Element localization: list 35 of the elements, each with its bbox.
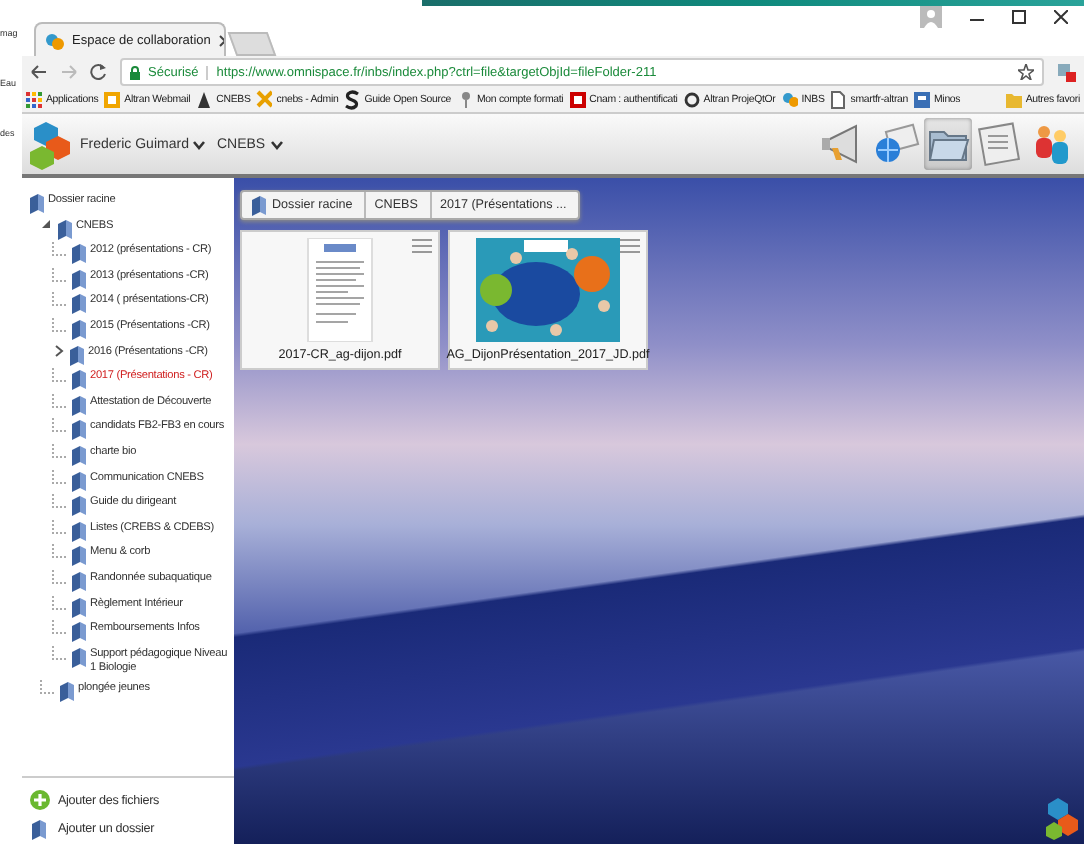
site-logo-icon: [46, 31, 64, 49]
square-icon: [914, 90, 931, 110]
chevron-down-icon: [269, 139, 284, 149]
star-icon[interactable]: [1018, 64, 1034, 80]
toolbar-button[interactable]: [924, 118, 972, 170]
padlock-icon: [130, 65, 140, 79]
folder-icon: [58, 679, 74, 702]
plus-icon: [30, 790, 50, 810]
folder-icon: [30, 818, 50, 840]
pin-icon: [457, 90, 474, 110]
expanded-arrow-icon[interactable]: [40, 217, 52, 232]
ring-icon: [683, 90, 700, 110]
slide-thumbnail: [476, 238, 620, 342]
apps-grid-icon: [26, 90, 42, 110]
leaf-logo-icon: [781, 90, 798, 110]
cube-logo-icon: [30, 118, 70, 170]
folder-icon: [250, 194, 266, 216]
square-icon: [569, 90, 586, 110]
mail-icon: [104, 90, 121, 110]
menu-icon[interactable]: [412, 238, 432, 254]
globe-mail-icon: [872, 120, 920, 168]
extension-icon[interactable]: [1056, 62, 1076, 82]
menu-icon[interactable]: [620, 238, 640, 254]
chevron-down-icon: [192, 139, 207, 149]
folder-icon: [28, 192, 44, 214]
letter-s-icon: [344, 90, 361, 110]
reload-icon[interactable]: [90, 63, 108, 81]
page-icon: [830, 90, 847, 110]
cube-logo-icon: [1044, 796, 1080, 840]
cross-icon: [256, 90, 273, 110]
toolbar-button[interactable]: [976, 118, 1024, 170]
maximize-icon[interactable]: [1012, 10, 1026, 24]
folder-icon: [1005, 90, 1022, 110]
back-arrow-icon[interactable]: [30, 64, 48, 80]
newspaper-icon: [976, 120, 1024, 168]
